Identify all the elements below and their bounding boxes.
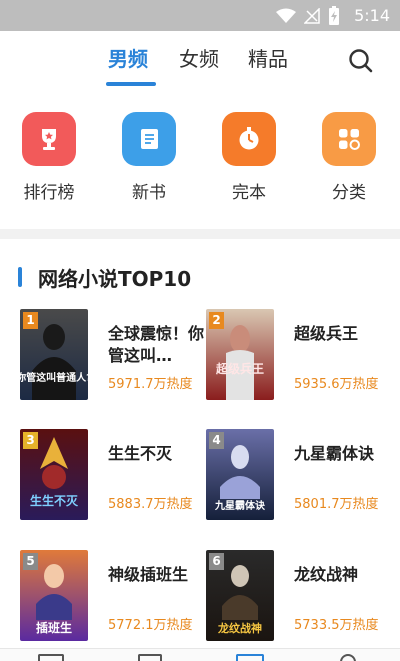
book-item[interactable]: 你管这叫普通人? 1 全球震惊！你管这叫… 5971.7万热度 bbox=[20, 309, 210, 404]
book-title: 龙纹战神 bbox=[294, 565, 359, 584]
status-bar: 5:14 bbox=[0, 0, 400, 31]
scroll-icon bbox=[122, 112, 176, 166]
book-item[interactable]: 龙纹战神 6 龙纹战神 5733.5万热度 bbox=[206, 550, 396, 645]
profile-icon[interactable] bbox=[340, 654, 356, 661]
trophy-icon bbox=[22, 112, 76, 166]
active-tab-indicator bbox=[106, 82, 156, 86]
book-title: 全球震惊！你管这叫… bbox=[108, 324, 205, 365]
rank-badge: 2 bbox=[209, 312, 224, 329]
cover-title: 插班生 bbox=[36, 620, 72, 635]
cover-title: 你管这叫普通人? bbox=[20, 371, 88, 384]
quick-nav: 排行榜 新书 完本 分类 bbox=[0, 108, 400, 208]
cover-title: 九星霸体诀 bbox=[214, 499, 266, 512]
book-cover: 生生不灭 3 bbox=[20, 429, 88, 520]
status-icons: 5:14 bbox=[276, 0, 390, 31]
book-item[interactable]: 生生不灭 3 生生不灭 5883.7万热度 bbox=[20, 429, 210, 524]
nav-categories[interactable]: 分类 bbox=[309, 108, 389, 203]
book-item[interactable]: 插班生 5 神级插班生 5772.1万热度 bbox=[20, 550, 210, 645]
top-tabs: 男频 女频 精品 bbox=[0, 31, 400, 93]
rank-badge: 5 bbox=[23, 553, 38, 570]
book-cover: 超级兵王 2 bbox=[206, 309, 274, 400]
rank-badge: 1 bbox=[23, 312, 38, 329]
wifi-icon bbox=[276, 8, 297, 23]
cover-title: 超级兵王 bbox=[215, 361, 264, 376]
book-popularity: 5935.6万热度 bbox=[294, 377, 379, 392]
nav-ranking-label: 排行榜 bbox=[23, 183, 75, 203]
book-popularity: 5971.7万热度 bbox=[108, 377, 193, 392]
book-title: 生生不灭 bbox=[108, 444, 173, 463]
nav-new-books-label: 新书 bbox=[132, 183, 166, 203]
nav-completed-label: 完本 bbox=[232, 183, 266, 203]
section-divider bbox=[0, 229, 400, 239]
bookshelf-icon[interactable] bbox=[38, 654, 64, 661]
book-item[interactable]: 九星霸体诀 4 九星霸体诀 5801.7万热度 bbox=[206, 429, 396, 524]
tab-premium[interactable]: 精品 bbox=[248, 43, 288, 72]
nav-completed[interactable]: 完本 bbox=[209, 108, 289, 203]
section-header: 网络小说TOP10 bbox=[18, 262, 191, 292]
nav-categories-label: 分类 bbox=[332, 183, 366, 203]
book-title: 九星霸体诀 bbox=[294, 444, 375, 463]
nav-ranking[interactable]: 排行榜 bbox=[9, 108, 89, 203]
bookstore-icon[interactable] bbox=[138, 654, 162, 661]
search-icon[interactable] bbox=[348, 48, 374, 74]
book-cover: 插班生 5 bbox=[20, 550, 88, 641]
book-title: 超级兵王 bbox=[294, 324, 359, 343]
book-popularity: 5883.7万热度 bbox=[108, 497, 193, 512]
section-title: 网络小说TOP10 bbox=[38, 266, 192, 291]
rank-badge: 3 bbox=[23, 432, 38, 449]
cover-title: 龙纹战神 bbox=[217, 621, 262, 635]
tab-male[interactable]: 男频 bbox=[108, 43, 148, 72]
book-item[interactable]: 超级兵王 2 超级兵王 5935.6万热度 bbox=[206, 309, 396, 404]
book-title: 神级插班生 bbox=[108, 565, 189, 584]
book-cover: 九星霸体诀 4 bbox=[206, 429, 274, 520]
book-cover: 你管这叫普通人? 1 bbox=[20, 309, 88, 400]
tab-female[interactable]: 女频 bbox=[179, 43, 219, 72]
rank-badge: 4 bbox=[209, 432, 224, 449]
bottom-nav-bar bbox=[0, 648, 400, 661]
signal-icon bbox=[304, 7, 320, 24]
book-popularity: 5801.7万热度 bbox=[294, 497, 379, 512]
nav-new-books[interactable]: 新书 bbox=[109, 108, 189, 203]
cover-title: 生生不灭 bbox=[30, 493, 79, 508]
status-time: 5:14 bbox=[354, 6, 390, 25]
section-accent-bar bbox=[18, 267, 22, 287]
grid-icon bbox=[322, 112, 376, 166]
rank-badge: 6 bbox=[209, 553, 224, 570]
book-popularity: 5772.1万热度 bbox=[108, 618, 193, 633]
stopwatch-icon bbox=[222, 112, 276, 166]
book-popularity: 5733.5万热度 bbox=[294, 618, 379, 633]
discover-icon[interactable] bbox=[236, 654, 264, 661]
battery-icon bbox=[329, 5, 340, 25]
book-cover: 龙纹战神 6 bbox=[206, 550, 274, 641]
